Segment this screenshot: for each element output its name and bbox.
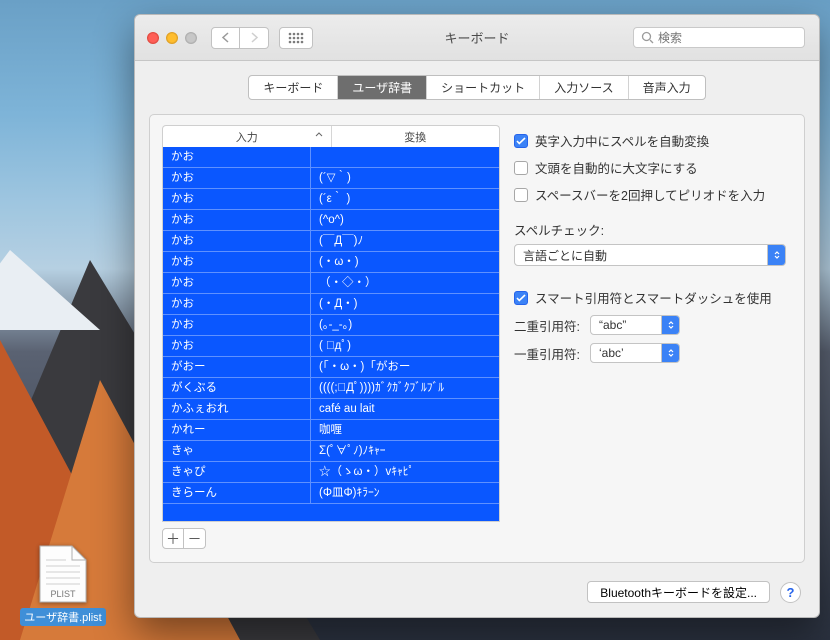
cell-output: (´ε｀ ): [311, 189, 499, 209]
table-row[interactable]: かお(・Д・): [163, 294, 499, 315]
content-pane: 入力 変換 かおかお(´▽｀)かお(´ε｀ )かお(^o^)かお(￣Д￣)ﾉかお…: [149, 114, 805, 563]
cell-input: かお: [163, 210, 311, 230]
column-input[interactable]: 入力: [163, 126, 332, 147]
help-button[interactable]: ?: [780, 582, 801, 603]
chevron-updown-icon: [667, 349, 675, 357]
cell-input: きゃ: [163, 441, 311, 461]
cell-output: [311, 147, 499, 167]
cell-output: 咖喱: [311, 420, 499, 440]
table-row[interactable]: かお(￣Д￣)ﾉ: [163, 231, 499, 252]
tab-音声入力[interactable]: 音声入力: [629, 76, 705, 99]
chevron-updown-icon: [773, 251, 781, 259]
cell-output: ☆（ゝω・）vｷｬﾋﾟ: [311, 462, 499, 482]
check-capitalize[interactable]: [514, 161, 528, 175]
table-row[interactable]: きゃぴ☆（ゝω・）vｷｬﾋﾟ: [163, 462, 499, 483]
double-quote-select[interactable]: “abc”: [590, 315, 680, 335]
cell-input: かお: [163, 231, 311, 251]
close-button[interactable]: [147, 32, 159, 44]
cell-output: (Φ皿Φ)ｷﾗｰﾝ: [311, 483, 499, 503]
cell-output: (´▽｀): [311, 168, 499, 188]
chevron-updown-icon: [667, 321, 675, 329]
cell-output: ((((;ﾟДﾟ))))ｶﾞｸｶﾞｸﾌﾞﾙﾌﾞﾙ: [311, 378, 499, 398]
cell-input: かれー: [163, 420, 311, 440]
table-row[interactable]: かお( ﾟдﾟ): [163, 336, 499, 357]
traffic-lights: [147, 32, 197, 44]
cell-input: かお: [163, 273, 311, 293]
table-row[interactable]: かふぇおれcafé au lait: [163, 399, 499, 420]
table-row[interactable]: かお(・ω・): [163, 252, 499, 273]
cell-input: きらーん: [163, 483, 311, 503]
table-row[interactable]: かお(^o^): [163, 210, 499, 231]
file-name-label: ユーザ辞書.plist: [20, 608, 105, 626]
desktop: PLIST ユーザ辞書.plist: [0, 0, 830, 640]
preferences-window: キーボード キーボードユーザ辞書ショートカット入力ソース音声入力 入力 変換 か…: [134, 14, 820, 618]
cell-input: がおー: [163, 357, 311, 377]
zoom-button[interactable]: [185, 32, 197, 44]
cell-input: かお: [163, 315, 311, 335]
tab-bar: キーボードユーザ辞書ショートカット入力ソース音声入力: [248, 75, 705, 100]
svg-text:PLIST: PLIST: [50, 589, 76, 599]
spellcheck-label: スペルチェック:: [514, 220, 792, 239]
table-row[interactable]: がくぶる((((;ﾟДﾟ))))ｶﾞｸｶﾞｸﾌﾞﾙﾌﾞﾙ: [163, 378, 499, 399]
cell-input: かお: [163, 252, 311, 272]
plist-file-icon: PLIST: [36, 544, 90, 604]
cell-input: がくぶる: [163, 378, 311, 398]
table-row[interactable]: かお: [163, 147, 499, 168]
table-row[interactable]: きらーん(Φ皿Φ)ｷﾗｰﾝ: [163, 483, 499, 504]
cell-output: (「・ω・)「がおー: [311, 357, 499, 377]
table-row[interactable]: かお(´▽｀): [163, 168, 499, 189]
add-row-button[interactable]: ＋: [162, 528, 184, 549]
table-row[interactable]: かお(´ε｀ ): [163, 189, 499, 210]
tab-ユーザ辞書[interactable]: ユーザ辞書: [338, 76, 427, 99]
back-button[interactable]: [211, 27, 240, 49]
cell-output: (^o^): [311, 210, 499, 230]
cell-output: （・◇・）: [311, 273, 499, 293]
desktop-file-plist[interactable]: PLIST ユーザ辞書.plist: [20, 544, 106, 626]
table-row[interactable]: かれー咖喱: [163, 420, 499, 441]
cell-input: かお: [163, 168, 311, 188]
chevron-left-icon: [221, 32, 230, 43]
table-row[interactable]: きゃΣ(ﾟ∀ﾟﾉ)ﾉｷｬｰ: [163, 441, 499, 462]
forward-button[interactable]: [240, 27, 269, 49]
cell-output: (￣Д￣)ﾉ: [311, 231, 499, 251]
cell-output: Σ(ﾟ∀ﾟﾉ)ﾉｷｬｰ: [311, 441, 499, 461]
tab-キーボード[interactable]: キーボード: [249, 76, 338, 99]
single-quote-label: 一重引用符:: [514, 344, 580, 363]
check-autocorrect[interactable]: [514, 134, 528, 148]
chevron-right-icon: [250, 32, 259, 43]
table-row[interactable]: がおー(「・ω・)「がおー: [163, 357, 499, 378]
table-row[interactable]: かお（・◇・）: [163, 273, 499, 294]
grid-icon: [288, 32, 304, 44]
column-output[interactable]: 変換: [332, 126, 500, 147]
remove-row-button[interactable]: －: [184, 528, 206, 549]
table-row[interactable]: かお(｡-_-｡): [163, 315, 499, 336]
cell-input: かお: [163, 294, 311, 314]
cell-input: かお: [163, 336, 311, 356]
table-header: 入力 変換: [162, 125, 500, 147]
search-input[interactable]: [633, 27, 805, 48]
cell-output: café au lait: [311, 399, 499, 419]
dictionary-table[interactable]: かおかお(´▽｀)かお(´ε｀ )かお(^o^)かお(￣Д￣)ﾉかお(・ω・)か…: [162, 147, 500, 522]
cell-input: かお: [163, 147, 311, 167]
check-doublespace-period[interactable]: [514, 188, 528, 202]
cell-input: かふぇおれ: [163, 399, 311, 419]
bluetooth-setup-button[interactable]: Bluetoothキーボードを設定...: [587, 581, 770, 603]
show-all-button[interactable]: [279, 27, 313, 49]
titlebar[interactable]: キーボード: [135, 15, 819, 61]
cell-output: (・ω・): [311, 252, 499, 272]
spellcheck-select[interactable]: 言語ごとに自動: [514, 244, 786, 266]
cell-output: (｡-_-｡): [311, 315, 499, 335]
cell-output: ( ﾟдﾟ): [311, 336, 499, 356]
minimize-button[interactable]: [166, 32, 178, 44]
check-smart-quotes[interactable]: [514, 291, 528, 305]
tab-ショートカット[interactable]: ショートカット: [427, 76, 540, 99]
cell-input: かお: [163, 189, 311, 209]
cell-input: きゃぴ: [163, 462, 311, 482]
double-quote-label: 二重引用符:: [514, 316, 580, 335]
tab-入力ソース[interactable]: 入力ソース: [540, 76, 628, 99]
single-quote-select[interactable]: ‘abc’: [590, 343, 680, 363]
sort-asc-icon: [315, 131, 323, 139]
cell-output: (・Д・): [311, 294, 499, 314]
